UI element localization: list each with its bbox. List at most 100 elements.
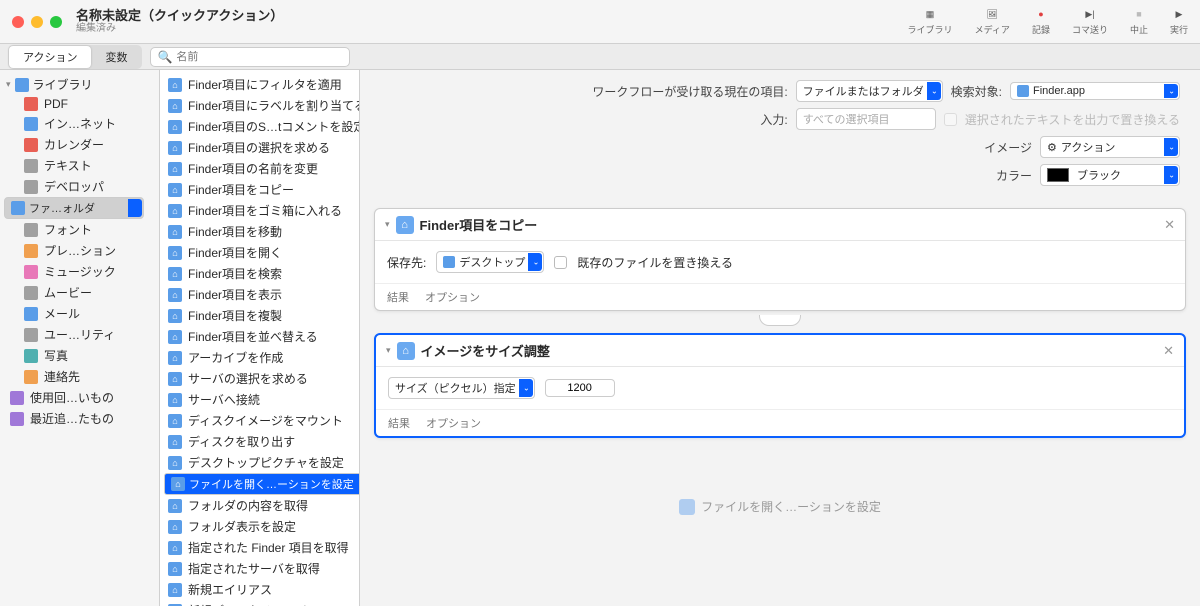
finder-icon: ⌂ (168, 435, 182, 449)
action-label: 新規エイリアス (188, 581, 272, 598)
zoom-window[interactable] (50, 16, 62, 28)
action-item[interactable]: ⌂Finder項目の選択を求める (160, 137, 359, 158)
sidebar-item-label: メール (44, 305, 80, 322)
results-link[interactable]: 結果 (388, 415, 410, 431)
sidebar-item[interactable]: ムービー (4, 282, 155, 303)
sidebar-item[interactable]: 使用回…いもの (4, 387, 155, 408)
sidebar-item[interactable]: ミュージック (4, 261, 155, 282)
action-item[interactable]: ⌂Finder項目のS…tコメントを設定 (160, 116, 359, 137)
toolbar-library[interactable]: ▦ライブラリ (908, 7, 953, 36)
toolbar-record[interactable]: ●記録 (1032, 7, 1050, 36)
toolbar-run[interactable]: ▶実行 (1170, 7, 1188, 36)
close-icon[interactable]: ✕ (1164, 217, 1175, 233)
sidebar-item[interactable]: 最近追…たもの (4, 408, 155, 429)
options-link[interactable]: オプション (426, 415, 481, 431)
action-item[interactable]: ⌂Finder項目を複製 (160, 305, 359, 326)
action-item[interactable]: ⌂デスクトップピクチャを設定 (160, 452, 359, 473)
titlebar: 名称未設定（クイックアクション） 編集済み ▦ライブラリ🖼メディア●記録▶|コマ… (0, 0, 1200, 44)
sidebar-item[interactable]: デベロッパ (4, 176, 155, 197)
action-item[interactable]: ⌂ディスクイメージをマウント (160, 410, 359, 431)
action-label: 指定された Finder 項目を取得 (188, 539, 349, 556)
collapse-icon[interactable]: ▾ (386, 345, 391, 356)
action-item[interactable]: ⌂指定された Finder 項目を取得 (160, 537, 359, 558)
action-item[interactable]: ⌂指定されたサーバを取得 (160, 558, 359, 579)
action-item[interactable]: ⌂新規ディスクイメージ (160, 600, 359, 606)
sidebar-item[interactable]: プレ…ション (4, 240, 155, 261)
sidebar-group[interactable]: ▾ライブラリ (0, 74, 159, 95)
workflow-step[interactable]: ▾ ⌂ イメージをサイズ調整 ✕ サイズ（ピクセル）指定⌄ 結果 オプション (374, 333, 1186, 438)
sidebar-item[interactable]: カレンダー (4, 134, 155, 155)
sidebar-item[interactable]: ファ…ォルダ (4, 197, 144, 219)
options-link[interactable]: オプション (425, 289, 480, 305)
toolbar-label: 中止 (1130, 23, 1148, 36)
folder-icon (443, 256, 455, 268)
category-sidebar[interactable]: ▾ライブラリPDFイン…ネットカレンダーテキストデベロッパファ…ォルダフォントプ… (0, 70, 160, 606)
sidebar-item[interactable]: メール (4, 303, 155, 324)
sidebar-item[interactable]: 写真 (4, 345, 155, 366)
action-item[interactable]: ⌂アーカイブを作成 (160, 347, 359, 368)
size-mode-select[interactable]: サイズ（ピクセル）指定⌄ (388, 377, 535, 399)
action-search[interactable]: 🔍 (150, 47, 350, 67)
close-icon[interactable]: ✕ (1163, 343, 1174, 359)
category-icon (24, 117, 38, 131)
destination-select[interactable]: デスクトップ⌄ (436, 251, 544, 273)
sidebar-item[interactable]: PDF (4, 95, 155, 113)
library-tabs[interactable]: アクション 変数 (8, 45, 142, 69)
category-icon (24, 159, 38, 173)
action-item[interactable]: ⌂Finder項目を開く (160, 242, 359, 263)
config-select[interactable]: ファイルまたはフォルダ⌄ (796, 80, 943, 102)
record-icon: ● (1032, 7, 1050, 21)
results-link[interactable]: 結果 (387, 289, 409, 305)
category-icon (24, 180, 38, 194)
action-item[interactable]: ⌂ファイルを開く…ーションを設定 (164, 473, 360, 495)
finder-icon: ⌂ (168, 414, 182, 428)
sidebar-item[interactable]: ユー…リティ (4, 324, 155, 345)
title-main: 名称未設定（クイックアクション） (76, 8, 283, 24)
action-item[interactable]: ⌂Finder項目を表示 (160, 284, 359, 305)
config-select[interactable]: ⚙ アクション⌄ (1040, 136, 1180, 158)
action-item[interactable]: ⌂Finder項目をゴミ箱に入れる (160, 200, 359, 221)
toolbar-step[interactable]: ▶|コマ送り (1072, 7, 1108, 36)
action-item[interactable]: ⌂Finder項目にラベルを割り当てる (160, 95, 359, 116)
action-item[interactable]: ⌂新規エイリアス (160, 579, 359, 600)
action-item[interactable]: ⌂Finder項目を検索 (160, 263, 359, 284)
action-label: サーバへ接続 (188, 391, 260, 408)
action-item[interactable]: ⌂Finder項目の名前を変更 (160, 158, 359, 179)
toolbar-media[interactable]: 🖼メディア (975, 7, 1010, 36)
close-window[interactable] (12, 16, 24, 28)
finder-icon: ⌂ (168, 204, 182, 218)
tab-variables[interactable]: 変数 (91, 46, 141, 68)
action-item[interactable]: ⌂サーバへ接続 (160, 389, 359, 410)
action-item[interactable]: ⌂ディスクを取り出す (160, 431, 359, 452)
action-item[interactable]: ⌂サーバの選択を求める (160, 368, 359, 389)
sidebar-item[interactable]: フォント (4, 219, 155, 240)
toolbar-stop[interactable]: ■中止 (1130, 7, 1148, 36)
sidebar-item[interactable]: イン…ネット (4, 113, 155, 134)
action-item[interactable]: ⌂Finder項目を並べ替える (160, 326, 359, 347)
sidebar-item-label: 写真 (44, 347, 68, 364)
checkbox[interactable] (554, 256, 567, 269)
action-item[interactable]: ⌂Finder項目を移動 (160, 221, 359, 242)
tab-action[interactable]: アクション (9, 46, 91, 68)
action-item[interactable]: ⌂Finder項目をコピー (160, 179, 359, 200)
sidebar-item[interactable]: 連絡先 (4, 366, 155, 387)
sidebar-item[interactable]: テキスト (4, 155, 155, 176)
config-select[interactable]: ブラック⌄ (1040, 164, 1180, 186)
checkbox (944, 113, 957, 126)
size-input[interactable] (545, 379, 615, 397)
action-item[interactable]: ⌂フォルダ表示を設定 (160, 516, 359, 537)
collapse-icon[interactable]: ▾ (385, 219, 390, 230)
action-item[interactable]: ⌂Finder項目にフィルタを適用 (160, 74, 359, 95)
sidebar-item-label: ファ…ォルダ (29, 200, 95, 216)
gear-icon: ⚙ (1047, 141, 1057, 154)
minimize-window[interactable] (31, 16, 43, 28)
config-select[interactable]: Finder.app⌄ (1010, 82, 1180, 100)
workflow-canvas[interactable]: ワークフローが受け取る現在の項目:ファイルまたはフォルダ⌄検索対象: Finde… (360, 70, 1200, 606)
workflow-step[interactable]: ▾ ⌂ Finder項目をコピー ✕ 保存先: デスクトップ⌄ 既存のファイルを… (374, 208, 1186, 311)
search-icon: 🔍 (157, 50, 172, 64)
finder-icon: ⌂ (168, 562, 182, 576)
search-input[interactable] (176, 51, 343, 63)
action-list[interactable]: ⌂Finder項目にフィルタを適用⌂Finder項目にラベルを割り当てる⌂Fin… (160, 70, 360, 606)
ghost-action[interactable]: ファイルを開く…ーションを設定 (360, 498, 1200, 515)
action-item[interactable]: ⌂フォルダの内容を取得 (160, 495, 359, 516)
